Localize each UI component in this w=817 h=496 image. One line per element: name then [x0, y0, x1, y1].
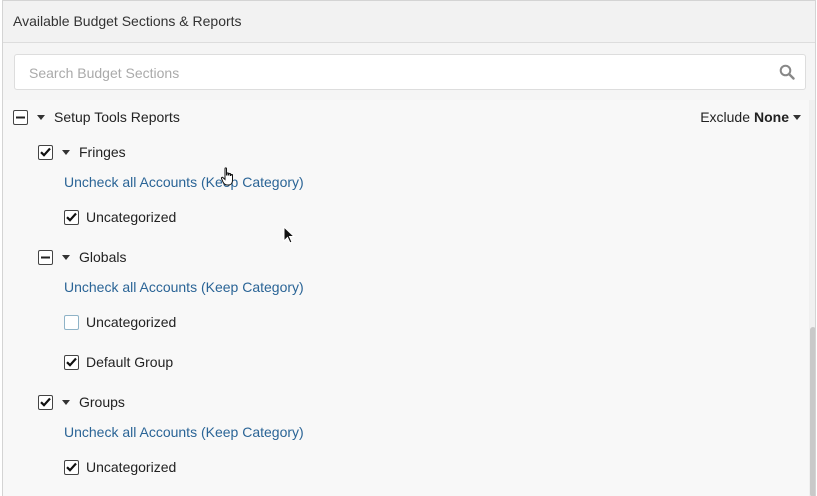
caret-down-icon [793, 114, 801, 120]
root-checkbox[interactable] [13, 109, 28, 125]
uncheck-all-link-globals[interactable]: Uncheck all Accounts (Keep Category) [64, 279, 304, 295]
expand-caret-icon[interactable] [62, 149, 70, 155]
uncheck-all-link-row: Uncheck all Accounts (Keep Category) [64, 421, 304, 443]
item-label: Default Group [86, 354, 174, 370]
panel-title: Available Budget Sections & Reports [13, 13, 242, 29]
item-row: Uncategorized [64, 206, 176, 228]
expand-caret-icon[interactable] [62, 254, 70, 260]
item-checkbox[interactable] [64, 354, 79, 370]
item-label: Uncategorized [86, 209, 177, 225]
uncheck-all-link-groups[interactable]: Uncheck all Accounts (Keep Category) [64, 424, 304, 440]
expand-caret-icon[interactable] [62, 399, 70, 405]
item-label: Uncategorized [86, 314, 177, 330]
section-checkbox-fringes[interactable] [38, 144, 53, 160]
section-row-fringes: Fringes [38, 141, 126, 163]
item-checkbox[interactable] [64, 459, 79, 475]
expand-caret-icon[interactable] [37, 114, 45, 120]
search-icon[interactable] [779, 64, 795, 80]
budget-sections-panel: Available Budget Sections & Reports Excl… [2, 0, 816, 496]
item-row: Default Group [64, 351, 173, 373]
section-label: Fringes [79, 144, 126, 160]
section-row-groups: Groups [38, 391, 125, 413]
uncheck-all-link-row: Uncheck all Accounts (Keep Category) [64, 276, 304, 298]
search-input[interactable] [27, 55, 771, 91]
section-checkbox-groups[interactable] [38, 394, 53, 410]
item-checkbox[interactable] [64, 314, 79, 330]
exclude-label: Exclude [700, 109, 750, 125]
search-box[interactable] [14, 54, 806, 91]
section-label: Globals [79, 249, 127, 265]
panel-header: Available Budget Sections & Reports [3, 1, 815, 43]
uncheck-all-link-row: Uncheck all Accounts (Keep Category) [64, 171, 304, 193]
item-row: Uncategorized [64, 456, 176, 478]
section-label: Groups [79, 394, 125, 410]
section-checkbox-globals[interactable] [38, 249, 53, 265]
root-label: Setup Tools Reports [54, 109, 180, 125]
exclude-value: None [754, 109, 789, 125]
exclude-dropdown[interactable]: Exclude None [700, 109, 801, 125]
item-label: Uncategorized [86, 459, 177, 475]
item-checkbox[interactable] [64, 209, 79, 225]
uncheck-all-link-fringes[interactable]: Uncheck all Accounts (Keep Category) [64, 174, 304, 190]
tree-root-row: Setup Tools Reports [13, 106, 180, 128]
item-row: Uncategorized [64, 311, 176, 333]
section-row-globals: Globals [38, 246, 126, 268]
scrollbar-thumb[interactable] [810, 327, 815, 496]
